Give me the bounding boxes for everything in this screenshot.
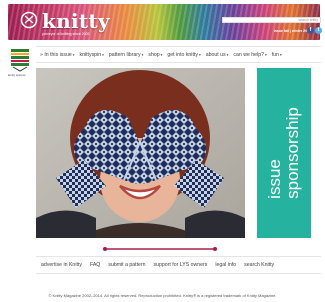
main-nav: » In this issue▾ knittyspin▾ pattern lib… xyxy=(36,46,321,63)
chevron-down-icon: ▾ xyxy=(198,52,201,57)
sponsorship-text: issue sponsorship xyxy=(265,107,302,199)
nav-item-pattern-library[interactable]: pattern library▾ xyxy=(109,52,143,58)
nav-item-in-this-issue[interactable]: » In this issue▾ xyxy=(40,52,74,58)
footer-link-submit-pattern[interactable]: submit a pattern xyxy=(108,262,145,268)
chevron-down-icon: ▾ xyxy=(141,52,144,57)
footer-link-lys-support[interactable]: support for LYS owners xyxy=(154,262,208,268)
nav-item-get-into-knitty[interactable]: get into knitty▾ xyxy=(167,52,200,58)
search-input[interactable]: search knitty xyxy=(222,17,321,23)
nav-item-shop[interactable]: shop▾ xyxy=(148,52,162,58)
hero-image[interactable] xyxy=(36,68,245,238)
nav-item-about-us[interactable]: about us▾ xyxy=(206,52,229,58)
chevron-down-icon: ▾ xyxy=(226,52,229,57)
knitting-needle-divider-icon xyxy=(103,247,217,251)
footer-link-advertise[interactable]: advertise in Knitty xyxy=(41,262,82,268)
header-banner: knitty purveyor of knitting since 2002 s… xyxy=(8,4,322,40)
chevron-down-icon: ▾ xyxy=(160,52,163,57)
facebook-icon[interactable]: f xyxy=(307,27,314,34)
knitting-badge-icon[interactable] xyxy=(9,46,31,72)
footer-link-search[interactable]: search Knitty xyxy=(244,262,274,268)
knitty-logo-icon[interactable] xyxy=(20,11,38,29)
site-tagline: purveyor of knitting since 2002 xyxy=(42,32,90,36)
footer-link-legal-info[interactable]: legal info xyxy=(215,262,236,268)
chevron-down-icon: ▾ xyxy=(72,52,75,57)
sponsorship-line-1: issue xyxy=(265,159,284,199)
nav-item-fun[interactable]: fun▾ xyxy=(272,52,282,58)
sponsorship-line-2: sponsorship xyxy=(283,107,302,199)
footer-nav: advertise in Knitty FAQ submit a pattern… xyxy=(36,256,321,274)
nav-item-can-we-help[interactable]: can we help?▾ xyxy=(233,52,266,58)
mittens-photo xyxy=(36,68,245,238)
badge-label: knitty spinner xyxy=(8,73,26,77)
nav-item-knittyspin[interactable]: knittyspin▾ xyxy=(79,52,103,58)
copyright-text: © Knitty Magazine 2002–2014. All rights … xyxy=(48,293,277,298)
footer-link-faq[interactable]: FAQ xyxy=(90,262,100,268)
issue-label: issue fall | winter 2014 xyxy=(274,29,311,33)
chevron-down-icon: ▾ xyxy=(279,52,282,57)
twitter-icon[interactable]: t xyxy=(315,27,322,34)
chevron-down-icon: ▾ xyxy=(264,52,267,57)
issue-sponsorship-banner[interactable]: issue sponsorship xyxy=(257,68,311,238)
chevron-down-icon: ▾ xyxy=(102,52,104,57)
site-logo[interactable]: knitty xyxy=(42,9,110,33)
